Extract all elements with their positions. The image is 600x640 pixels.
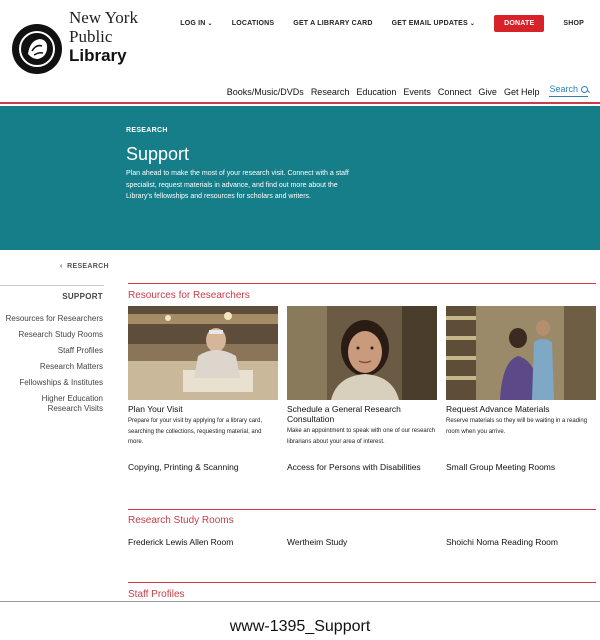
nav-research[interactable]: Research bbox=[311, 87, 350, 97]
hero-banner: RESEARCH Support Plan ahead to make the … bbox=[0, 106, 600, 250]
search-icon bbox=[581, 85, 588, 93]
lion-icon[interactable] bbox=[12, 24, 62, 74]
sidebar-heading: SUPPORT bbox=[62, 292, 103, 301]
sidebar-item-resources[interactable]: Resources for Researchers bbox=[0, 314, 103, 324]
login-link[interactable]: LOG IN ⌄ bbox=[180, 20, 213, 27]
nav-connect[interactable]: Connect bbox=[438, 87, 472, 97]
link-wertheim-study[interactable]: Wertheim Study bbox=[287, 537, 347, 547]
nav-give[interactable]: Give bbox=[478, 87, 497, 97]
library-card-link[interactable]: GET A LIBRARY CARD bbox=[293, 20, 372, 27]
card-title[interactable]: Schedule a General Research Consultation bbox=[287, 404, 437, 424]
card-description: Prepare for your visit by applying for a… bbox=[128, 418, 263, 445]
sidebar-item-higher-education[interactable]: Higher Education Research Visits bbox=[0, 394, 103, 413]
card-plan-your-visit[interactable]: Plan Your Visit Prepare for your visit b… bbox=[128, 306, 278, 448]
utility-nav: LOG IN ⌄ LOCATIONS GET A LIBRARY CARD GET… bbox=[161, 15, 584, 32]
sidebar-divider bbox=[0, 285, 104, 286]
chevron-down-icon: ⌄ bbox=[207, 21, 213, 27]
email-updates-label: GET EMAIL UPDATES bbox=[391, 20, 468, 27]
card-request-materials[interactable]: Request Advance Materials Reserve materi… bbox=[446, 306, 596, 437]
logo-line-3: Library bbox=[69, 46, 127, 65]
email-updates-link[interactable]: GET EMAIL UPDATES ⌄ bbox=[392, 20, 476, 27]
logo-wordmark[interactable]: New York Public Library bbox=[69, 8, 138, 65]
nav-books-music-dvds[interactable]: Books/Music/DVDs bbox=[227, 87, 304, 97]
nav-events[interactable]: Events bbox=[403, 87, 431, 97]
card-description: Make an appointment to speak with one of… bbox=[287, 428, 436, 445]
section-title-resources: Resources for Researchers bbox=[128, 290, 250, 301]
search-button[interactable]: Search bbox=[549, 84, 588, 97]
link-allen-room[interactable]: Frederick Lewis Allen Room bbox=[128, 537, 233, 547]
sidebar-item-study-rooms[interactable]: Research Study Rooms bbox=[0, 330, 103, 340]
shop-link[interactable]: SHOP bbox=[563, 20, 584, 27]
logo-line-1: New York bbox=[69, 8, 138, 27]
screenshot-bottom-border bbox=[0, 601, 600, 602]
nav-education[interactable]: Education bbox=[356, 87, 396, 97]
sidebar-nav: Resources for Researchers Research Study… bbox=[0, 314, 103, 420]
chevron-down-icon: ⌄ bbox=[469, 21, 476, 27]
donate-button[interactable]: DONATE bbox=[494, 15, 545, 32]
link-noma-reading-room[interactable]: Shoichi Noma Reading Room bbox=[446, 537, 558, 547]
search-label: Search bbox=[549, 84, 578, 94]
site-header: New York Public Library LOG IN ⌄ LOCATION… bbox=[0, 0, 600, 104]
card-research-consultation[interactable]: Schedule a General Research Consultation… bbox=[287, 306, 437, 447]
breadcrumb[interactable]: ‹ RESEARCH bbox=[60, 263, 109, 270]
card-image-librarian[interactable] bbox=[287, 306, 437, 400]
link-accessibility[interactable]: Access for Persons with Disabilities bbox=[287, 462, 421, 472]
card-title[interactable]: Plan Your Visit bbox=[128, 404, 278, 414]
breadcrumb-label: RESEARCH bbox=[67, 263, 109, 270]
hero-description: Plan ahead to make the most of your rese… bbox=[126, 170, 349, 200]
sidebar-item-fellowships[interactable]: Fellowships & Institutes bbox=[0, 378, 103, 388]
link-meeting-rooms[interactable]: Small Group Meeting Rooms bbox=[446, 462, 555, 472]
section-divider bbox=[128, 283, 596, 284]
hero-eyebrow: RESEARCH bbox=[126, 127, 168, 134]
link-copying-printing[interactable]: Copying, Printing & Scanning bbox=[128, 462, 239, 472]
section-title-study-rooms: Research Study Rooms bbox=[128, 515, 234, 526]
logo-line-2: Public bbox=[69, 27, 113, 46]
nav-get-help[interactable]: Get Help bbox=[504, 87, 540, 97]
screenshot-caption: www-1395_Support bbox=[229, 618, 371, 635]
section-divider bbox=[128, 582, 596, 583]
card-title[interactable]: Request Advance Materials bbox=[446, 404, 596, 414]
page-title: Support bbox=[126, 144, 190, 164]
sidebar-item-staff-profiles[interactable]: Staff Profiles bbox=[0, 346, 103, 356]
section-divider bbox=[128, 509, 596, 510]
section-title-staff: Staff Profiles bbox=[128, 589, 185, 600]
card-image-reading-room[interactable] bbox=[128, 306, 278, 400]
sidebar-item-research-matters[interactable]: Research Matters bbox=[0, 362, 103, 372]
main-nav: Books/Music/DVDs Research Education Even… bbox=[220, 84, 588, 97]
locations-link[interactable]: LOCATIONS bbox=[232, 20, 275, 27]
card-description: Reserve materials so they will be waitin… bbox=[446, 418, 588, 435]
login-label: LOG IN bbox=[180, 20, 206, 27]
card-image-stacks[interactable] bbox=[446, 306, 596, 400]
